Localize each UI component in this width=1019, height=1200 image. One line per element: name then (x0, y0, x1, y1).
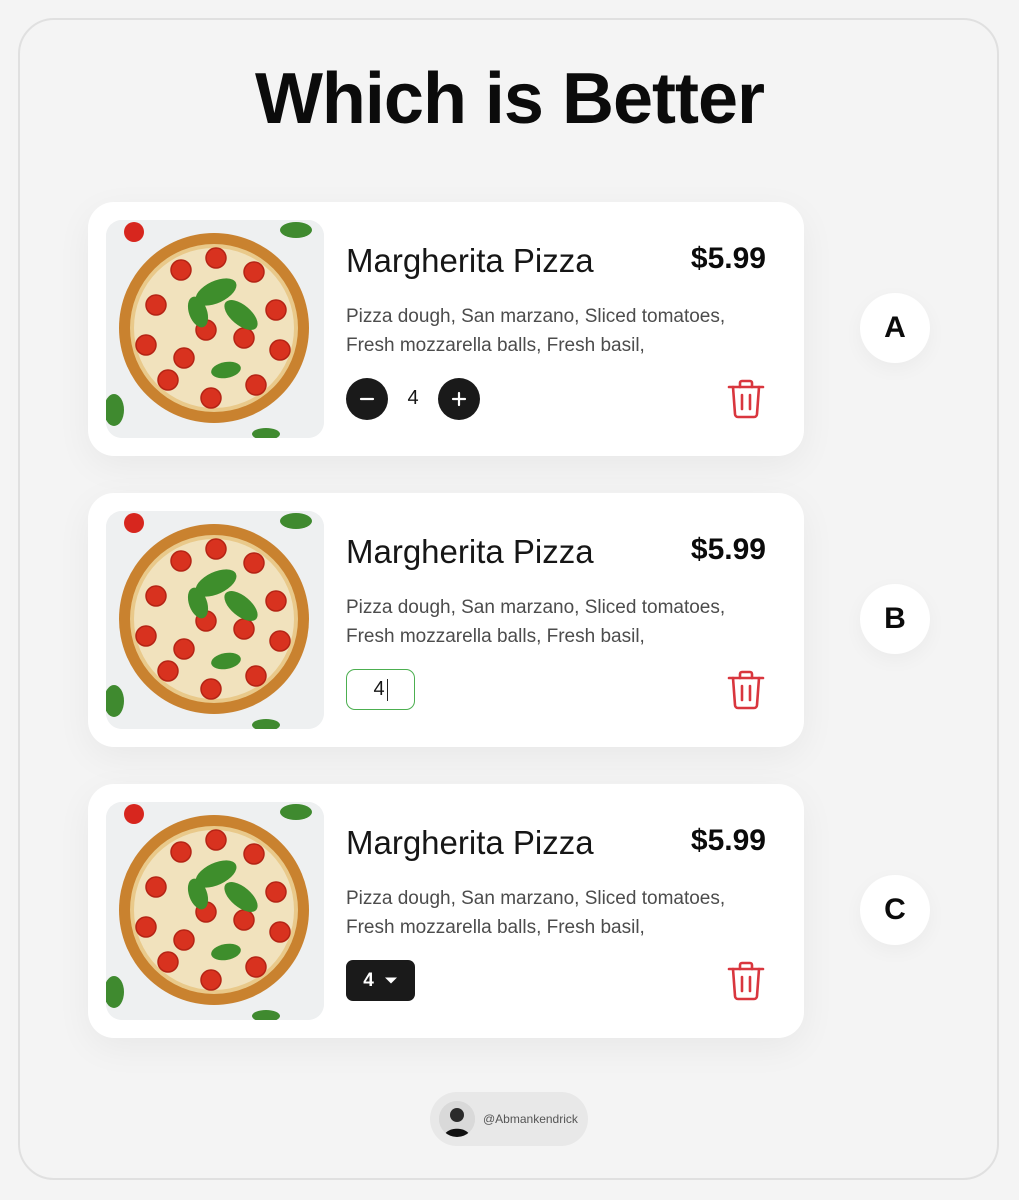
caret-down-icon (384, 977, 397, 984)
avatar (439, 1101, 475, 1137)
quantity-dropdown[interactable]: 4 (346, 960, 415, 1001)
cart-item-card-b: Margherita Pizza $5.99 Pizza dough, San … (88, 493, 804, 747)
quantity-input[interactable]: 4 (346, 669, 415, 710)
product-price: $5.99 (690, 533, 766, 566)
quantity-value: 4 (407, 387, 419, 409)
pizza-image (106, 511, 324, 729)
variant-label-a: A (860, 293, 930, 363)
author-credit: @Abmankendrick (430, 1092, 588, 1146)
product-name: Margherita Pizza (346, 242, 594, 279)
trash-icon (727, 670, 765, 710)
decrement-button[interactable] (346, 378, 388, 420)
trash-icon (727, 961, 765, 1001)
delete-button[interactable] (726, 669, 766, 711)
increment-button[interactable] (438, 378, 480, 420)
pizza-image (106, 220, 324, 438)
author-handle: @Abmankendrick (483, 1112, 578, 1126)
cart-item-card-a: Margherita Pizza $5.99 Pizza dough, San … (88, 202, 804, 456)
variant-label-c: C (860, 875, 930, 945)
quantity-stepper: 4 (346, 378, 486, 420)
variant-label-b: B (860, 584, 930, 654)
product-name: Margherita Pizza (346, 824, 594, 861)
trash-icon (727, 379, 765, 419)
product-description: Pizza dough, San marzano, Sliced tomatoe… (346, 597, 726, 647)
quantity-dropdown-value: 4 (363, 969, 374, 991)
delete-button[interactable] (726, 378, 766, 420)
product-name: Margherita Pizza (346, 533, 594, 570)
quantity-input-value: 4 (373, 678, 385, 700)
product-price: $5.99 (690, 824, 766, 857)
product-description: Pizza dough, San marzano, Sliced tomatoe… (346, 888, 726, 938)
minus-icon (359, 397, 375, 401)
text-cursor (386, 678, 388, 701)
product-price: $5.99 (690, 242, 766, 275)
plus-icon (451, 391, 467, 407)
cart-item-card-c: Margherita Pizza $5.99 Pizza dough, San … (88, 784, 804, 1038)
product-description: Pizza dough, San marzano, Sliced tomatoe… (346, 306, 726, 356)
page-title: Which is Better (254, 59, 765, 139)
delete-button[interactable] (726, 960, 766, 1002)
pizza-image (106, 802, 324, 1020)
